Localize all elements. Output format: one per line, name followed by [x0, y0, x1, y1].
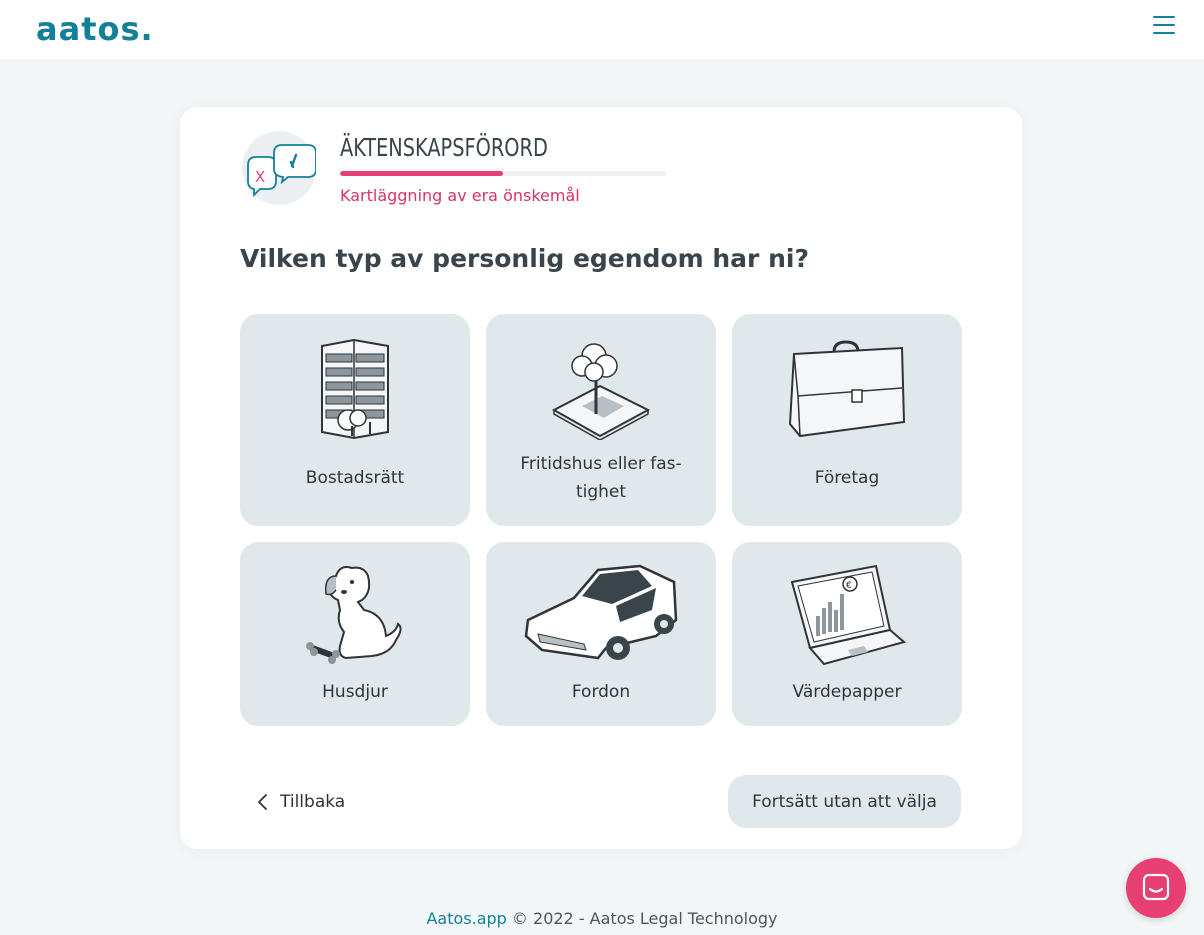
dog-icon: [306, 566, 402, 664]
progress-fill: [340, 171, 503, 176]
hamburger-menu-icon[interactable]: [1150, 13, 1178, 39]
option-fritidshus[interactable]: Fritidshus eller fas- tighet: [486, 314, 716, 526]
chat-icon: [1142, 873, 1170, 901]
svg-text:€: €: [846, 581, 852, 591]
aatos-logo[interactable]: aatos.: [36, 10, 154, 48]
option-label: Värdepapper: [792, 682, 902, 702]
footer-copyright: © 2022 - Aatos Legal Technology: [506, 909, 778, 928]
chevron-left-icon: [258, 794, 267, 810]
back-button[interactable]: Tillbaka: [256, 787, 345, 817]
back-button-label: Tillbaka: [280, 792, 346, 812]
option-fordon[interactable]: Fordon: [486, 542, 716, 726]
progress-bar: [340, 171, 666, 176]
top-bar: aatos.: [0, 0, 1204, 59]
option-label: Fritidshus eller fas- tighet: [520, 454, 682, 502]
option-label: Husdjur: [322, 682, 388, 702]
tree-plot-icon: [552, 343, 650, 440]
option-label: Bostadsrätt: [305, 468, 405, 488]
question-heading: Vilken typ av personlig egendom har ni?: [240, 244, 809, 273]
car-icon: [524, 564, 678, 660]
option-vardepapper[interactable]: € Värdepapper: [732, 542, 962, 726]
footer-link[interactable]: Aatos.app: [426, 909, 506, 928]
svg-text:X: X: [255, 168, 265, 186]
section-subtitle: Kartläggning av era önskemål: [340, 186, 580, 205]
option-foretag[interactable]: Företag: [732, 314, 962, 526]
apartment-building-icon: [321, 338, 389, 440]
questionnaire-card: X ÄKTENSKAPSFÖRORD Kartläggning av era ö…: [180, 107, 1022, 849]
skip-button[interactable]: Fortsätt utan att välja: [728, 775, 961, 828]
option-husdjur[interactable]: Husdjur: [240, 542, 470, 726]
footer: Aatos.app © 2022 - Aatos Legal Technolog…: [0, 909, 1204, 928]
chat-launcher-button[interactable]: [1126, 858, 1186, 918]
laptop-chart-icon: €: [790, 564, 906, 666]
option-label: Företag: [814, 468, 880, 488]
section-title: ÄKTENSKAPSFÖRORD: [340, 133, 548, 162]
speech-bubbles-check-cross-icon: X: [242, 131, 317, 205]
option-bostadsratt[interactable]: Bostadsrätt: [240, 314, 470, 526]
briefcase-icon: [788, 340, 906, 438]
option-label: Fordon: [571, 682, 631, 702]
